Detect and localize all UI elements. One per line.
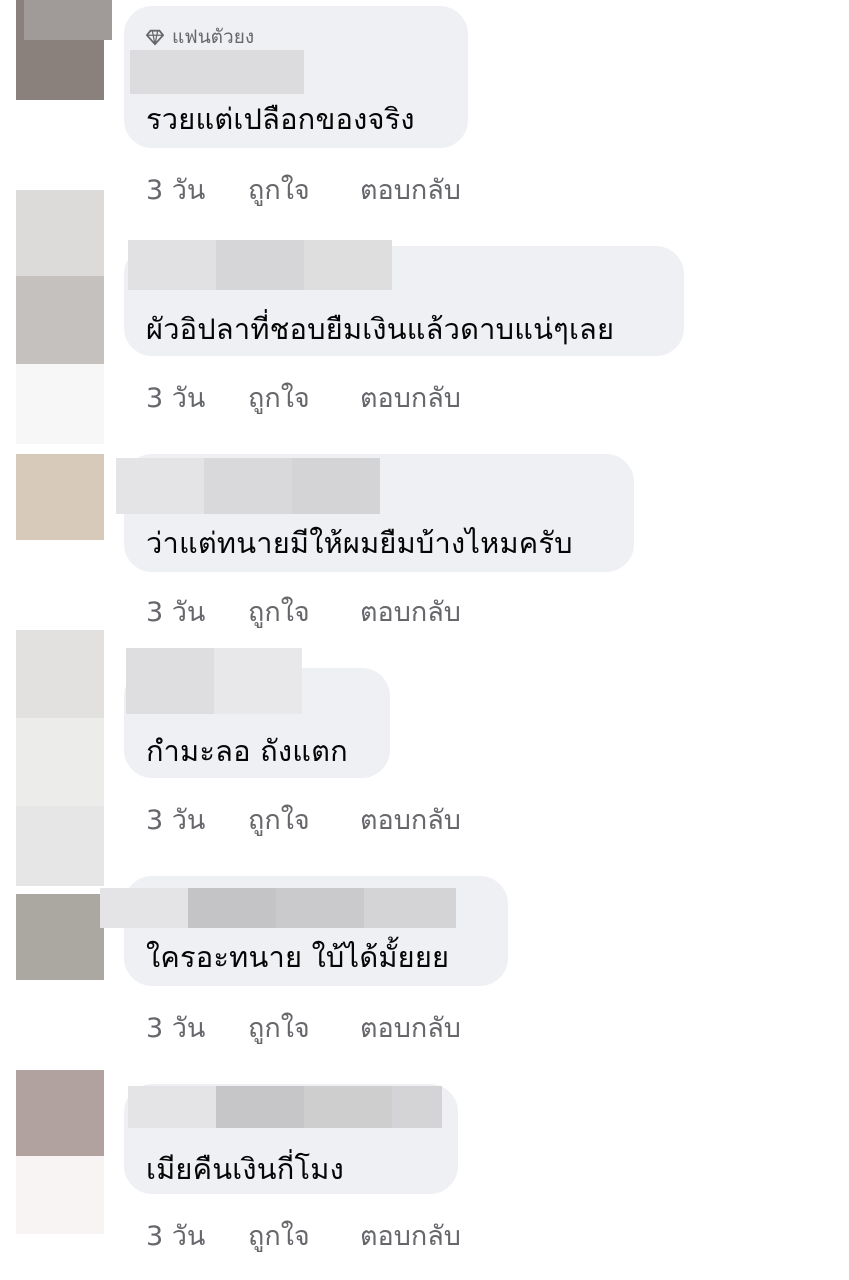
- comment-text: ว่าแต่ทนายมีให้ผมยืมบ้างไหมครับ: [146, 526, 573, 560]
- comment-time[interactable]: 3 วัน: [146, 1006, 248, 1049]
- comment-actions: 3 วัน ถูกใจ ตอบกลับ: [146, 590, 461, 633]
- like-button[interactable]: ถูกใจ: [248, 1214, 360, 1257]
- author-name-blurred: [364, 888, 456, 928]
- top-fan-badge: แฟนตัวยง: [146, 22, 254, 52]
- author-name-blurred: [204, 458, 292, 514]
- reply-button[interactable]: ตอบกลับ: [360, 590, 461, 633]
- comment-time[interactable]: 3 วัน: [146, 590, 248, 633]
- comment-time[interactable]: 3 วัน: [146, 168, 248, 211]
- reply-button[interactable]: ตอบกลับ: [360, 1006, 461, 1049]
- comment-text: รวยแต่เปลือกของจริง: [146, 102, 415, 136]
- author-name-blurred[interactable]: [130, 50, 304, 94]
- comment-text: เมียคืนเงินกี่โมง: [146, 1152, 344, 1186]
- comment-time[interactable]: 3 วัน: [146, 798, 248, 841]
- author-name-blurred[interactable]: [100, 888, 188, 928]
- author-name-blurred: [304, 240, 392, 290]
- author-name-blurred: [292, 458, 380, 514]
- author-name-blurred[interactable]: [126, 648, 214, 714]
- author-name-blurred: [216, 240, 304, 290]
- like-button[interactable]: ถูกใจ: [248, 590, 360, 633]
- author-name-blurred: [188, 888, 276, 928]
- author-name-blurred: [216, 1086, 304, 1128]
- like-button[interactable]: ถูกใจ: [248, 376, 360, 419]
- comment-text: ใครอะทนาย ใบ้ได้มั้ยยย: [146, 940, 450, 974]
- reply-button[interactable]: ตอบกลับ: [360, 168, 461, 211]
- reply-button[interactable]: ตอบกลับ: [360, 798, 461, 841]
- author-name-blurred[interactable]: [128, 1086, 216, 1128]
- comment-actions: 3 วัน ถูกใจ ตอบกลับ: [146, 168, 461, 211]
- diamond-icon: [146, 29, 164, 46]
- author-name-blurred: [276, 888, 364, 928]
- comment-time[interactable]: 3 วัน: [146, 376, 248, 419]
- badge-label: แฟนตัวยง: [172, 26, 255, 48]
- author-name-blurred[interactable]: [128, 240, 216, 290]
- comment-actions: 3 วัน ถูกใจ ตอบกลับ: [146, 798, 461, 841]
- like-button[interactable]: ถูกใจ: [248, 168, 360, 211]
- comment-time[interactable]: 3 วัน: [146, 1214, 248, 1257]
- author-name-blurred[interactable]: [116, 458, 204, 514]
- comment-text: ผัวอิปลาที่ชอบยืมเงินแล้วดาบแน่ๆเลย: [146, 312, 615, 346]
- comment-actions: 3 วัน ถูกใจ ตอบกลับ: [146, 376, 461, 419]
- reply-button[interactable]: ตอบกลับ: [360, 1214, 461, 1257]
- author-name-blurred: [214, 648, 302, 714]
- comment-actions: 3 วัน ถูกใจ ตอบกลับ: [146, 1006, 461, 1049]
- comment-text: กำมะลอ ถังแตก: [146, 734, 348, 768]
- reply-button[interactable]: ตอบกลับ: [360, 376, 461, 419]
- like-button[interactable]: ถูกใจ: [248, 1006, 360, 1049]
- comment-actions: 3 วัน ถูกใจ ตอบกลับ: [146, 1214, 461, 1257]
- author-name-blurred: [392, 1086, 442, 1128]
- author-name-blurred: [304, 1086, 392, 1128]
- like-button[interactable]: ถูกใจ: [248, 798, 360, 841]
